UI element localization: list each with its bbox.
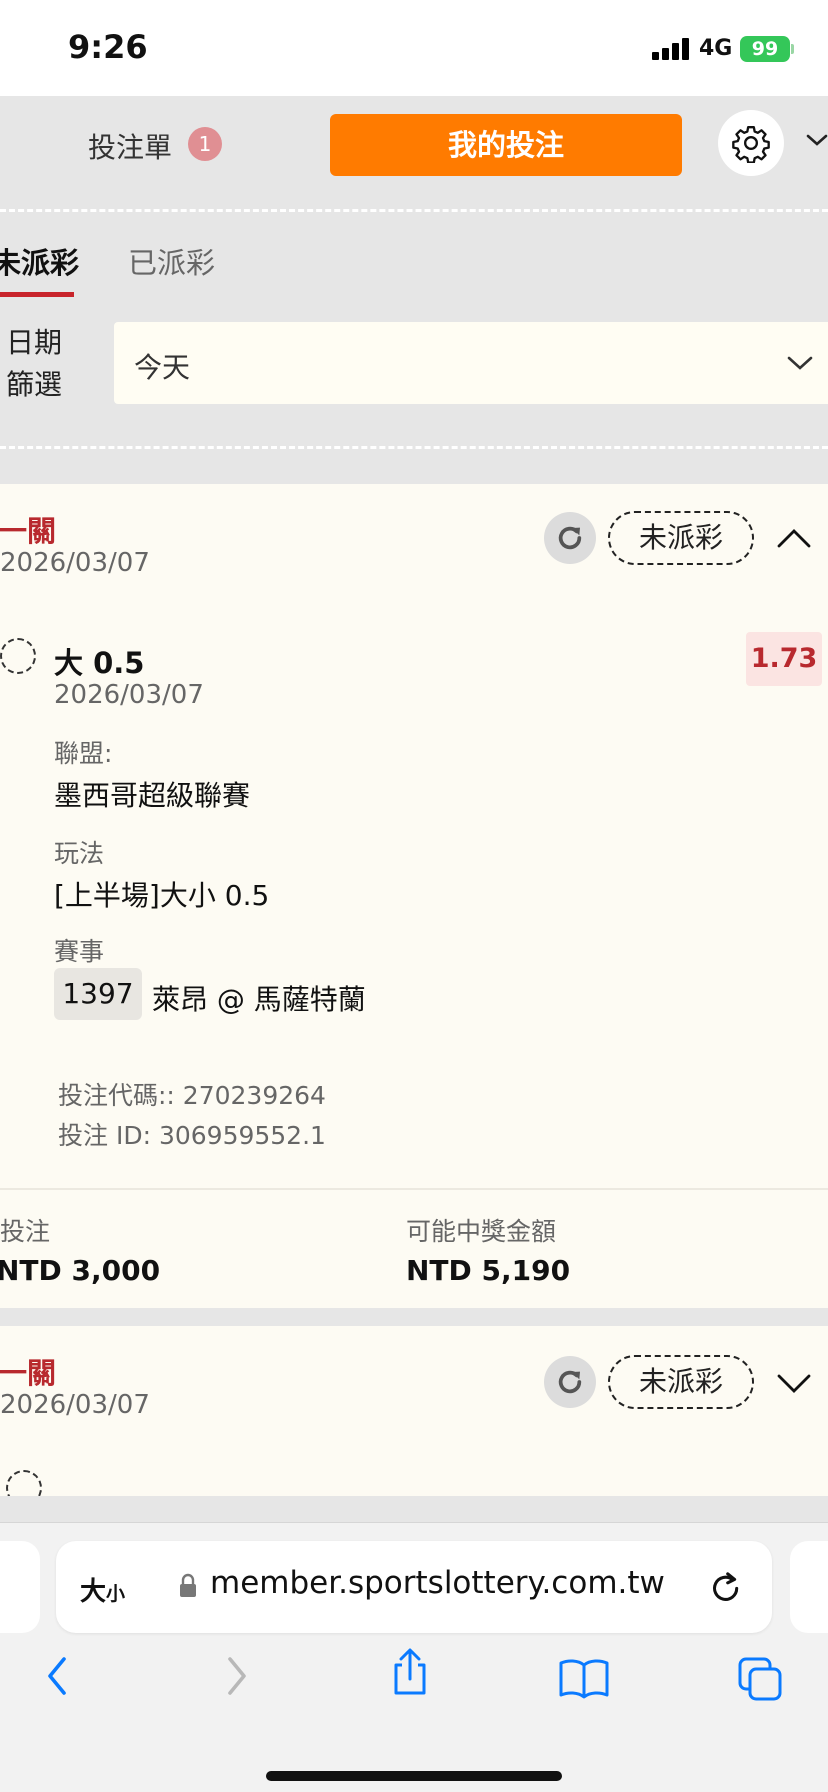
bet-date: 2026/03/07 <box>0 1390 150 1420</box>
text-size-small: 小 <box>106 1583 126 1605</box>
status-badge: 未派彩 <box>608 1355 754 1409</box>
tab-unsettled[interactable]: 未派彩 <box>0 240 79 282</box>
market-label: 玩法 <box>54 839 105 868</box>
status-badge: 未派彩 <box>608 511 754 565</box>
clock: 9:26 <box>68 28 148 66</box>
bookmarks-icon[interactable] <box>558 1657 610 1699</box>
tabs-icon[interactable] <box>736 1655 784 1703</box>
battery-icon: 99 <box>740 36 790 62</box>
league-label: 聯盟: <box>54 739 113 768</box>
previous-tab-preview[interactable] <box>0 1541 40 1633</box>
settings-button[interactable] <box>718 110 784 176</box>
betslip-count-badge: 1 <box>188 127 222 161</box>
next-tab-preview[interactable] <box>790 1541 828 1633</box>
date-filter-label-line2: 篩選 <box>6 368 63 401</box>
refresh-icon <box>558 526 582 550</box>
battery-level: 99 <box>751 38 779 60</box>
leg-indicator <box>0 638 36 674</box>
stake-label: 投注 <box>0 1217 51 1246</box>
odds-badge: 1.73 <box>746 632 822 686</box>
url-text: member.sportslottery.com.tw <box>210 1565 665 1601</box>
lock-icon <box>180 1573 196 1597</box>
forward-icon[interactable] <box>222 1653 252 1699</box>
address-bar[interactable]: 大小 member.sportslottery.com.tw <box>56 1541 772 1633</box>
event-label: 賽事 <box>54 937 105 966</box>
browser-chrome: 大小 member.sportslottery.com.tw <box>0 1522 828 1792</box>
selection-name: 大 0.5 <box>54 646 145 680</box>
stake-value: NTD 3,000 <box>0 1254 161 1287</box>
refresh-button[interactable] <box>544 1356 596 1408</box>
top-bar: 投注單 1 我的投注 <box>0 96 828 196</box>
bet-type: 一關 <box>0 514 57 548</box>
date-filter-label-line1: 日期 <box>6 326 63 359</box>
leg-indicator <box>6 1470 42 1496</box>
share-icon[interactable] <box>388 1647 432 1699</box>
payout-label: 可能中獎金額 <box>406 1217 557 1246</box>
payout-value: NTD 5,190 <box>406 1254 571 1287</box>
gear-icon <box>732 126 770 163</box>
bet-card: 一關 2026/03/07 未派彩 <box>0 1326 828 1496</box>
date-filter-select[interactable]: 今天 <box>114 322 828 404</box>
text-size-button[interactable]: 大小 <box>80 1571 125 1608</box>
home-indicator <box>266 1771 562 1781</box>
tab-settled[interactable]: 已派彩 <box>128 240 215 282</box>
chevron-up-icon[interactable] <box>776 526 812 550</box>
back-icon[interactable] <box>42 1653 72 1699</box>
battery-tip <box>791 44 794 54</box>
dashed-divider <box>0 446 828 449</box>
bet-code: 投注代碼:: 270239264 <box>58 1081 326 1110</box>
chevron-down-icon[interactable] <box>776 1372 812 1396</box>
cellular-signal-icon <box>652 38 692 60</box>
date-filter-label: 日期 篩選 <box>6 322 62 406</box>
refresh-icon <box>558 1370 582 1394</box>
my-bets-button[interactable]: 我的投注 <box>330 114 682 176</box>
market-name: [上半場]大小 0.5 <box>54 879 270 912</box>
text-size-large: 大 <box>80 1577 107 1607</box>
leg-date: 2026/03/07 <box>54 680 204 710</box>
betslip-tab[interactable]: 投注單 <box>88 126 172 166</box>
bet-date: 2026/03/07 <box>0 548 150 578</box>
active-tab-indicator <box>0 292 74 297</box>
chevron-down-icon[interactable] <box>806 130 828 150</box>
bet-id: 投注 ID: 306959552.1 <box>58 1121 326 1150</box>
bet-card: 一關 2026/03/07 未派彩 大 0.5 1.73 2026/03/07 … <box>0 484 828 1308</box>
reload-icon[interactable] <box>710 1569 744 1605</box>
network-type: 4G <box>699 36 733 61</box>
card-divider <box>0 1188 828 1190</box>
event-name: 萊昂 @ 馬薩特蘭 <box>152 983 366 1016</box>
date-filter-value: 今天 <box>134 351 191 384</box>
dashed-divider <box>0 209 828 212</box>
bet-type: 一關 <box>0 1356 57 1390</box>
refresh-button[interactable] <box>544 512 596 564</box>
league-name: 墨西哥超級聯賽 <box>54 779 251 812</box>
chevron-down-icon <box>787 356 813 370</box>
status-bar: 9:26 4G 99 <box>0 0 828 96</box>
event-id-badge: 1397 <box>54 968 142 1020</box>
